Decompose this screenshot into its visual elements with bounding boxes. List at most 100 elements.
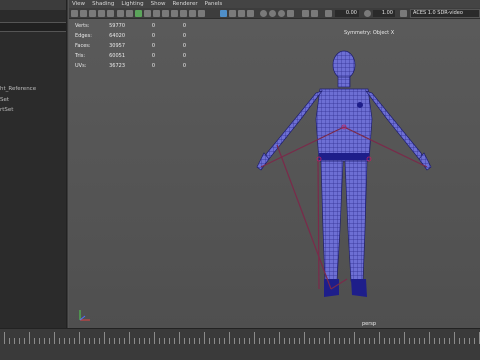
time-tick [304,332,305,344]
menu-renderer[interactable]: Renderer [172,1,197,7]
time-tick [444,338,445,344]
time-tick [189,338,190,344]
time-tick [119,338,120,344]
lights-icon[interactable] [189,10,196,17]
time-tick [469,338,470,344]
wireframe-on-shaded-icon[interactable] [220,10,227,17]
menu-view[interactable]: View [72,1,85,7]
menu-show[interactable]: Show [151,1,166,7]
viewport-menubar: View Shading Lighting Show Renderer Pane… [69,0,480,8]
backface-icon[interactable] [247,10,254,17]
outliner-search-bar[interactable] [0,22,66,32]
time-tick [184,338,185,344]
bookmark-icon[interactable] [89,10,96,17]
gamma-icon[interactable] [364,10,371,17]
outliner-item[interactable]: Set [0,97,9,103]
time-tick [94,338,95,344]
time-tick [84,338,85,344]
time-tick [149,338,150,344]
time-tick [49,338,50,344]
time-tick [134,338,135,344]
time-tick [374,338,375,344]
safe-action-icon[interactable] [144,10,151,17]
menu-lighting[interactable]: Lighting [121,1,143,7]
time-tick [419,338,420,344]
time-tick [424,338,425,344]
shadows-icon[interactable] [198,10,205,17]
time-tick [264,338,265,344]
time-tick [389,338,390,344]
time-tick [369,338,370,344]
time-tick [4,332,5,344]
time-tick [104,332,105,344]
time-tick [284,338,285,344]
menu-panels[interactable]: Panels [205,1,223,7]
time-tick [34,338,35,344]
time-tick [474,338,475,344]
time-tick [144,338,145,344]
exposure-icon[interactable] [325,10,332,17]
time-tick [384,338,385,344]
time-tick [14,338,15,344]
camera-attributes-icon[interactable] [80,10,87,17]
exposure-field[interactable]: 0.00 [335,10,359,17]
xray-icon[interactable] [229,10,236,17]
field-chart-icon[interactable] [135,10,142,17]
wireframe-icon[interactable] [162,10,169,17]
outliner-item[interactable]: rtSet [0,107,13,113]
image-plane-icon[interactable] [98,10,105,17]
time-tick [59,338,60,344]
resolution-gate-icon[interactable] [126,10,133,17]
time-tick [159,338,160,344]
safe-title-icon[interactable] [153,10,160,17]
select-camera-icon[interactable] [71,10,78,17]
textured-icon[interactable] [180,10,187,17]
time-tick [214,338,215,344]
time-tick [274,338,275,344]
time-tick [19,338,20,344]
character-model[interactable] [69,19,480,328]
time-tick [64,338,65,344]
time-tick [164,338,165,344]
time-tick [269,338,270,344]
ambient-occlusion-icon[interactable] [260,10,267,17]
camera-name-label: persp [362,321,377,327]
time-tick [254,332,255,344]
film-gate-icon[interactable] [117,10,124,17]
time-tick [289,338,290,344]
time-tick [399,338,400,344]
time-tick [349,338,350,344]
grid-icon[interactable] [107,10,114,17]
time-tick [454,332,455,344]
time-tick [39,338,40,344]
hud-icon[interactable] [311,10,318,17]
time-tick [249,338,250,344]
time-tick [334,338,335,344]
viewport-toolbar: 0.00 1.00 ACES 1.0 SDR-video [69,8,480,19]
time-tick [74,338,75,344]
isolate-select-icon[interactable] [302,10,309,17]
view-transform-icon[interactable] [400,10,407,17]
time-tick [44,338,45,344]
gamma-field[interactable]: 1.00 [373,10,395,17]
smooth-shade-icon[interactable] [171,10,178,17]
perspective-viewport[interactable]: Verts: 59770 0 0 Edges: 64020 0 0 Faces:… [69,19,480,328]
time-tick [309,338,310,344]
time-tick [299,338,300,344]
time-tick [354,332,355,344]
time-tick [439,338,440,344]
time-tick [229,332,230,344]
anti-aliasing-icon[interactable] [278,10,285,17]
color-space-dropdown[interactable]: ACES 1.0 SDR-video [410,9,480,18]
time-tick [29,332,30,344]
motion-blur-icon[interactable] [269,10,276,17]
menu-shading[interactable]: Shading [92,1,114,7]
depth-of-field-icon[interactable] [287,10,294,17]
time-slider[interactable] [0,328,480,360]
xray-joints-icon[interactable] [238,10,245,17]
time-tick [109,338,110,344]
time-tick [139,338,140,344]
time-tick [379,332,380,344]
outliner-item[interactable]: ht_Reference [0,86,36,92]
time-tick [79,332,80,344]
